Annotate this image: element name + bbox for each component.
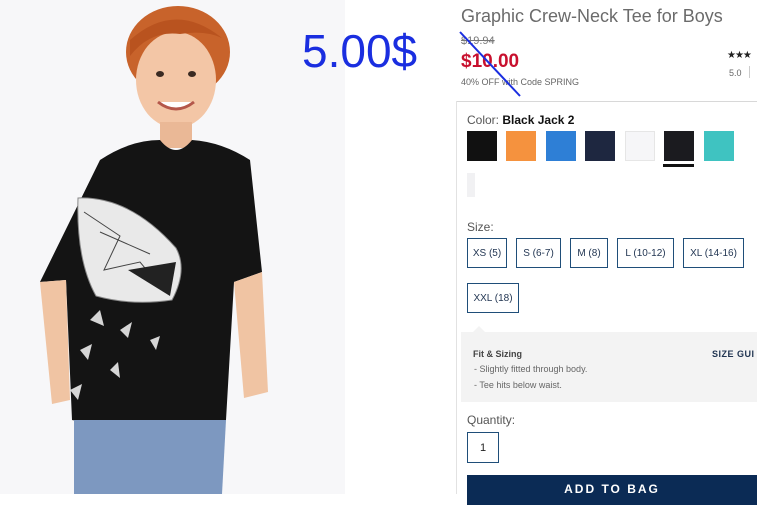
options-panel-left-border [456,101,457,494]
swatch-navy[interactable] [585,131,615,161]
color-label-text: Color: [467,113,500,127]
fit-detail-2: - Tee hits below waist. [474,380,562,390]
rating-divider [749,66,750,78]
product-title: Graphic Crew-Neck Tee for Boys [461,6,723,26]
options-panel-border [456,101,757,102]
size-option-m[interactable]: M (8) [570,238,608,268]
rating-stars-icon[interactable]: ★★★ [727,50,752,61]
add-to-bag-button[interactable]: ADD TO BAG [467,475,757,505]
color-swatches [467,131,757,161]
extra-swatch[interactable] [467,173,475,197]
size-option-xs[interactable]: XS (5) [467,238,507,268]
swatch-blue[interactable] [546,131,576,161]
color-label: Color: Black Jack 2 [467,113,574,127]
product-photo [0,0,345,494]
selected-color-name: Black Jack 2 [502,113,575,127]
swatch-black[interactable] [467,131,497,161]
selected-swatch-indicator [663,164,694,167]
handwritten-price-annotation: 5.00$ [302,25,418,77]
quantity-label: Quantity: [467,413,516,427]
size-guide-link[interactable]: SIZE GUI [712,349,755,359]
swatch-orange[interactable] [506,131,536,161]
quantity-input[interactable]: 1 [467,432,499,463]
fit-detail-1: - Slightly fitted through body. [474,364,588,374]
size-option-xxl[interactable]: XXL (18) [467,283,519,313]
swatch-white[interactable] [625,131,655,161]
handwritten-strike-line [459,31,521,97]
swatch-teal[interactable] [704,131,734,161]
size-option-s[interactable]: S (6-7) [516,238,561,268]
boy-in-tee-illustration [40,6,268,494]
rating-value: 5.0 [729,68,742,78]
size-option-l[interactable]: L (10-12) [617,238,674,268]
swatch-black-jack-2[interactable] [664,131,694,161]
fit-sizing-title: Fit & Sizing [473,349,522,359]
size-label: Size: [467,220,494,234]
size-option-xl[interactable]: XL (14-16) [683,238,744,268]
